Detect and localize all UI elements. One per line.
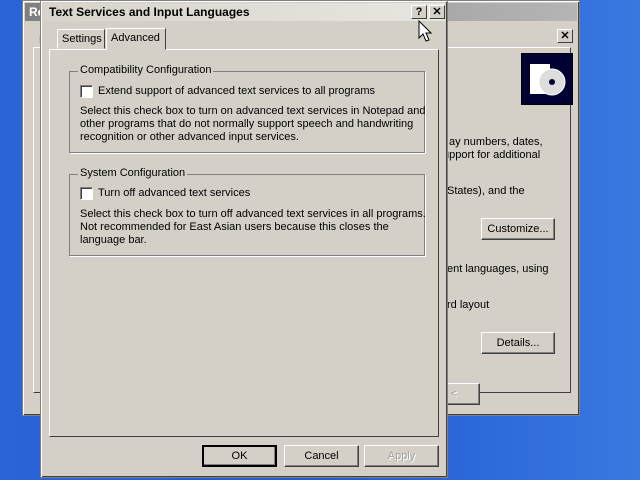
compatibility-desc-3: recognition or other advanced input serv… — [80, 131, 299, 143]
cancel-button[interactable]: Cancel — [284, 445, 359, 467]
background-text-3: States), and the — [447, 185, 525, 197]
close-button[interactable]: ✕ — [429, 5, 445, 19]
background-text-2: upport for additional — [443, 149, 541, 161]
background-logo — [521, 53, 573, 105]
background-text-1: ay numbers, dates, — [449, 136, 543, 148]
cd-package-icon — [530, 64, 566, 96]
compatibility-desc-1: Select this check box to turn on advance… — [80, 105, 426, 117]
help-button[interactable]: ? — [411, 5, 427, 19]
system-group: System Configuration Turn off advanced t… — [69, 167, 426, 256]
system-desc-3: language bar. — [80, 234, 147, 246]
dialog-title: Text Services and Input Languages — [49, 5, 250, 19]
extend-support-checkbox[interactable] — [80, 85, 93, 98]
details-button[interactable]: Details... — [481, 332, 555, 354]
tab-settings[interactable]: Settings — [57, 29, 105, 49]
extend-support-label[interactable]: Extend support of advanced text services… — [98, 85, 375, 97]
background-close-button[interactable]: ✕ — [557, 29, 573, 43]
advanced-tabpanel: Compatibility Configuration Extend suppo… — [49, 49, 439, 437]
apply-button[interactable]: Apply — [364, 445, 439, 467]
background-text-4: ent languages, using — [447, 263, 549, 275]
turn-off-services-label[interactable]: Turn off advanced text services — [98, 187, 250, 199]
text-services-dialog: Text Services and Input Languages ? ✕ Se… — [40, 0, 448, 478]
system-group-label: System Configuration — [78, 167, 188, 179]
turn-off-services-checkbox[interactable] — [80, 187, 93, 200]
compatibility-group-label: Compatibility Configuration — [78, 64, 214, 76]
ok-button[interactable]: OK — [202, 445, 277, 467]
compatibility-group: Compatibility Configuration Extend suppo… — [69, 64, 426, 153]
customize-button[interactable]: Customize... — [481, 218, 555, 240]
system-desc-1: Select this check box to turn off advanc… — [80, 208, 426, 220]
dialog-titlebar[interactable]: Text Services and Input Languages ? ✕ — [43, 3, 445, 21]
compatibility-desc-2: other programs that do not normally supp… — [80, 118, 414, 130]
tab-advanced[interactable]: Advanced — [106, 28, 166, 50]
mouse-cursor-icon — [418, 20, 432, 42]
background-text-5: rd layout — [447, 299, 490, 311]
system-desc-2: Not recommended for East Asian users bec… — [80, 221, 389, 233]
